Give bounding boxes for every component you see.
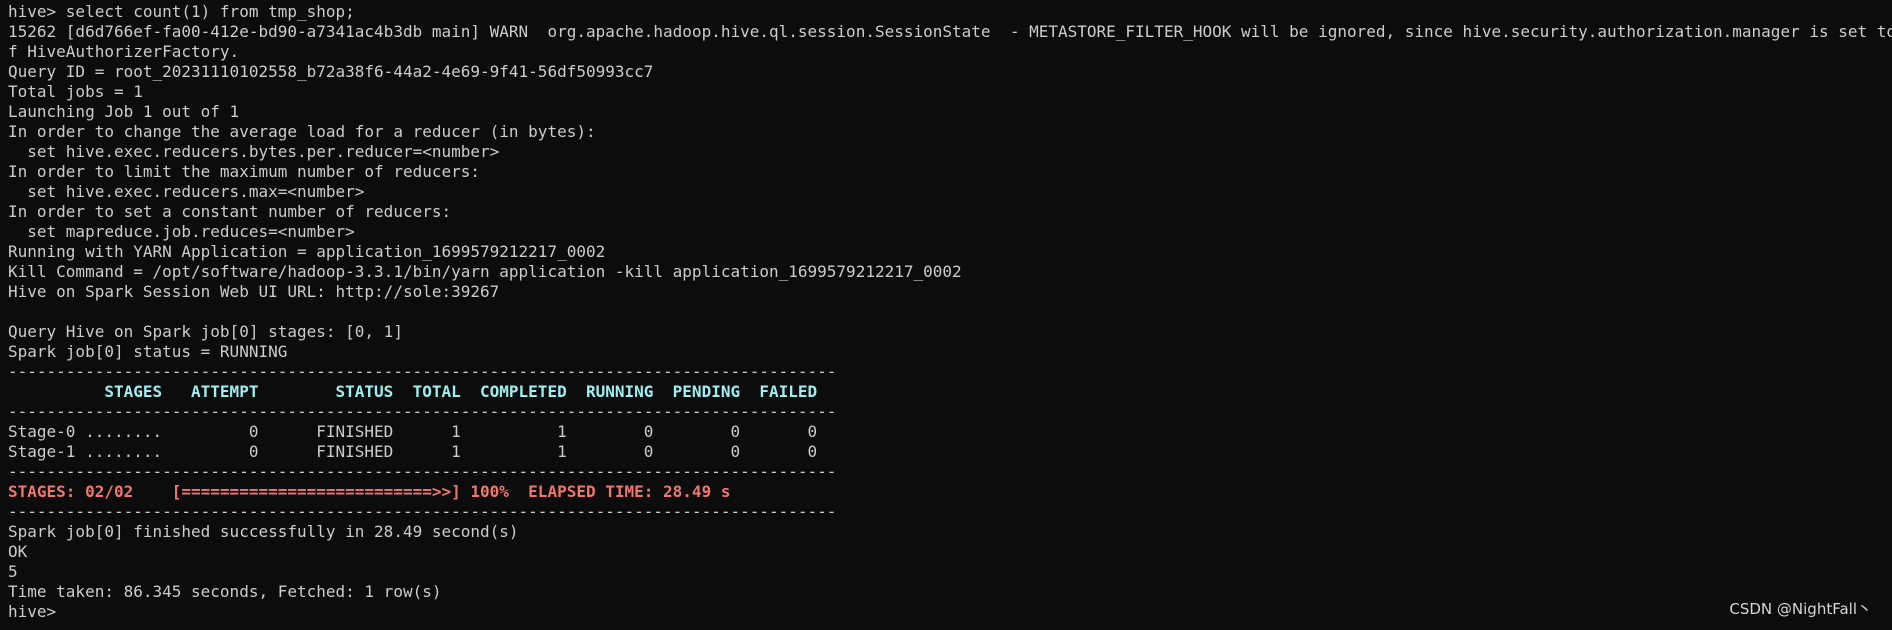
reducer-load-hint-line: In order to change the average load for … — [8, 122, 596, 141]
yarn-application-line: Running with YARN Application = applicat… — [8, 242, 606, 261]
warn-log-line: 15262 [d6d766ef-fa00-412e-bd90-a7341ac4b… — [8, 22, 1892, 41]
reducer-max-setting-line: set hive.exec.reducers.max=<number> — [8, 182, 365, 201]
stage-table-header: STAGES ATTEMPT STATUS TOTAL COMPLETED RU… — [8, 382, 818, 401]
table-separator: ----------------------------------------… — [8, 402, 837, 421]
ok-line: OK — [8, 542, 28, 561]
spark-stages-line: Query Hive on Spark job[0] stages: [0, 1… — [8, 322, 403, 341]
table-separator: ----------------------------------------… — [8, 462, 837, 481]
launching-job-line: Launching Job 1 out of 1 — [8, 102, 240, 121]
table-separator: ----------------------------------------… — [8, 502, 837, 521]
csdn-watermark: CSDN @NightFall丶 — [1729, 600, 1872, 618]
reducer-bytes-setting-line: set hive.exec.reducers.bytes.per.reducer… — [8, 142, 500, 161]
reducer-constant-setting-line: set mapreduce.job.reduces=<number> — [8, 222, 355, 241]
warn-log-line-wrap: f HiveAuthorizerFactory. — [8, 42, 240, 61]
query-result-line: 5 — [8, 562, 18, 581]
reducer-constant-hint-line: In order to set a constant number of red… — [8, 202, 452, 221]
table-separator: ----------------------------------------… — [8, 362, 837, 381]
terminal-output: hive> select count(1) from tmp_shop; 152… — [8, 2, 1892, 622]
command-line: hive> select count(1) from tmp_shop; — [8, 2, 355, 21]
hive-prompt-text: hive> — [8, 602, 57, 621]
total-jobs-line: Total jobs = 1 — [8, 82, 143, 101]
stage-row: Stage-1 ........ 0 FINISHED 1 1 0 0 0 — [8, 442, 818, 461]
kill-command-line: Kill Command = /opt/software/hadoop-3.3.… — [8, 262, 962, 281]
stage-row: Stage-0 ........ 0 FINISHED 1 1 0 0 0 — [8, 422, 818, 441]
terminal-window[interactable]: hive> select count(1) from tmp_shop; 152… — [0, 0, 1892, 630]
hive-prompt[interactable]: hive> — [8, 602, 1892, 622]
spark-status-line: Spark job[0] status = RUNNING — [8, 342, 288, 361]
job-finished-line: Spark job[0] finished successfully in 28… — [8, 522, 519, 541]
stage-table: ----------------------------------------… — [8, 362, 1892, 522]
stage-progress-line: STAGES: 02/02 [=========================… — [8, 482, 731, 501]
reducer-max-hint-line: In order to limit the maximum number of … — [8, 162, 481, 181]
query-id-line: Query ID = root_20231110102558_b72a38f6-… — [8, 62, 654, 81]
spark-web-ui-line: Hive on Spark Session Web UI URL: http:/… — [8, 282, 500, 301]
time-taken-line: Time taken: 86.345 seconds, Fetched: 1 r… — [8, 582, 442, 601]
